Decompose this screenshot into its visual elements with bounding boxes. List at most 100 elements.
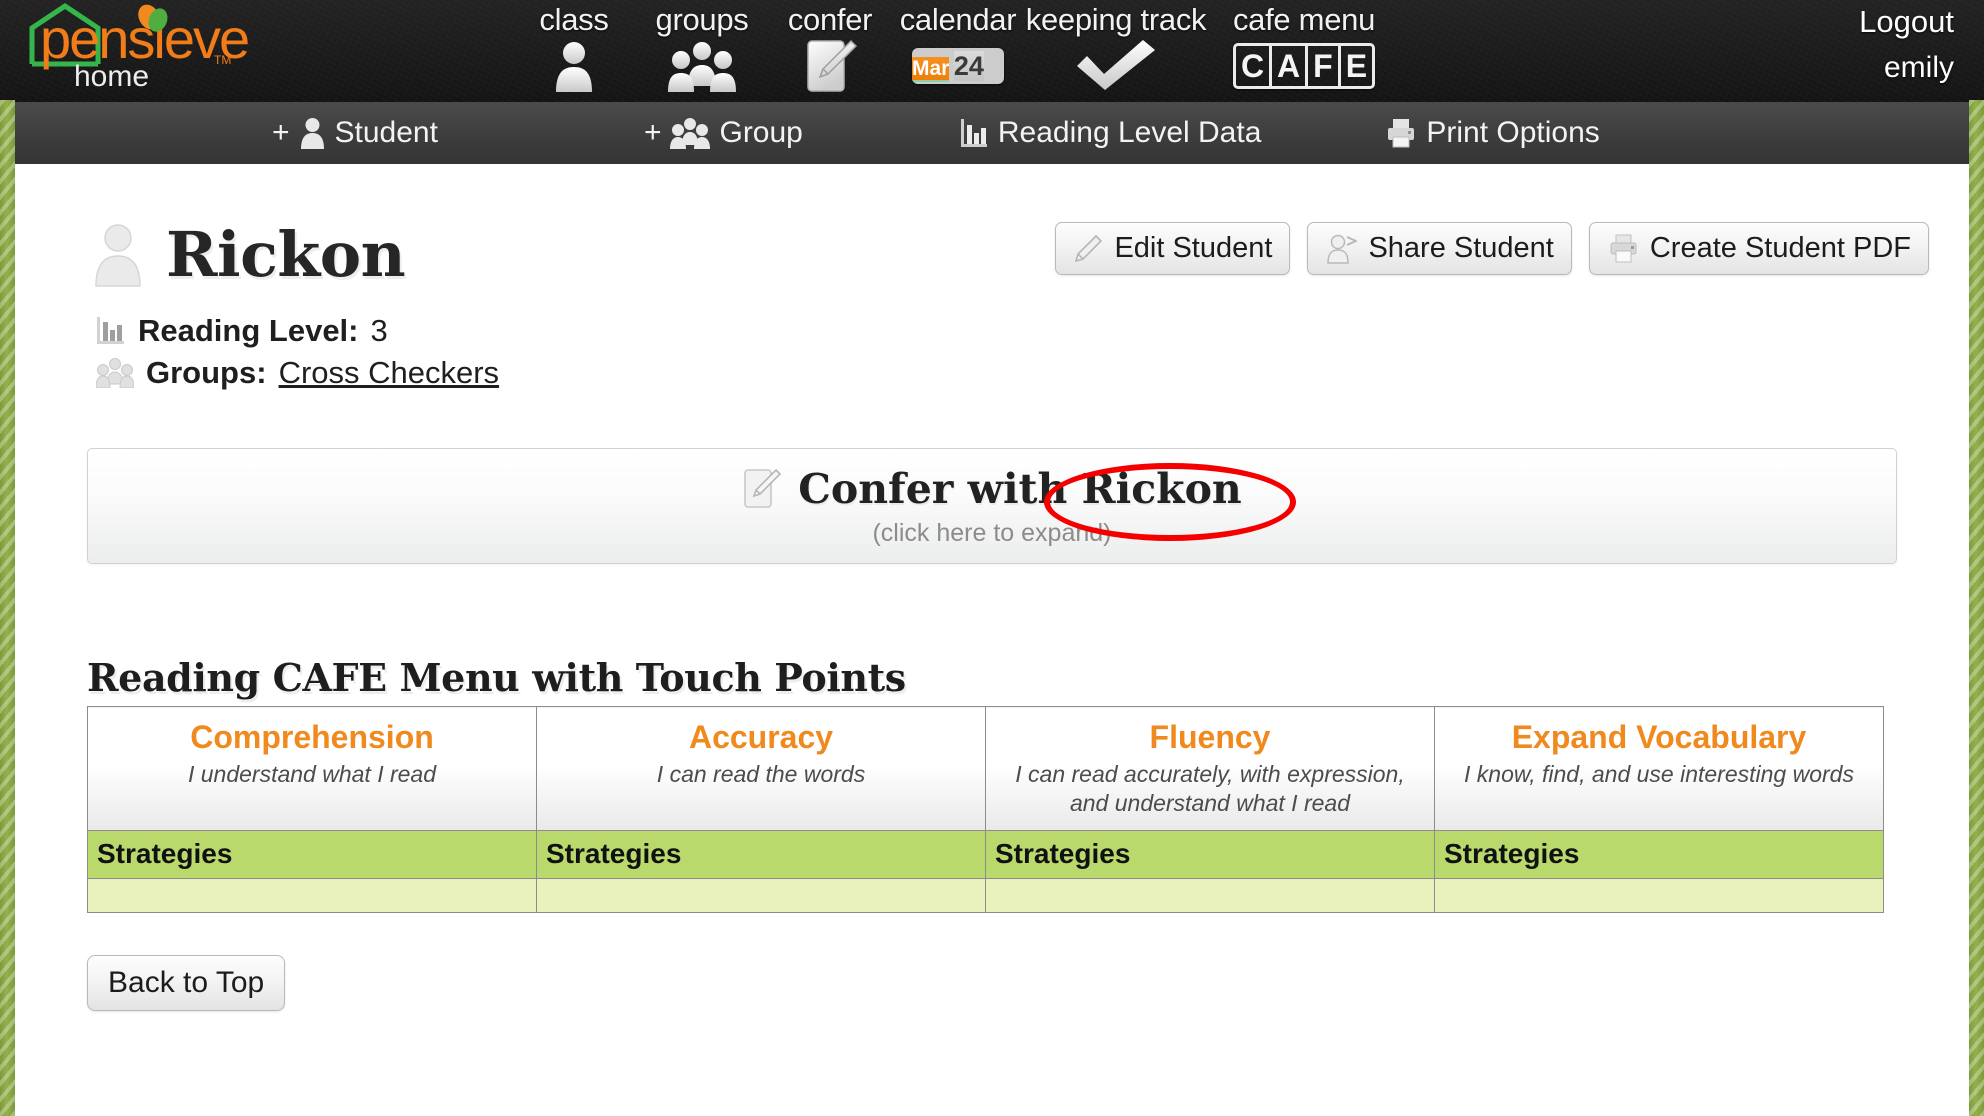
person-icon — [550, 37, 598, 95]
nav-item-keeping-track[interactable]: keeping track — [1022, 0, 1210, 102]
share-student-button[interactable]: Share Student — [1307, 222, 1572, 275]
cafe-column-desc: I understand what I read — [187, 761, 437, 787]
strategies-body-comprehension — [87, 878, 537, 913]
cafe-column-comprehension: Comprehension I understand what I read — [87, 706, 537, 831]
top-header-bar: pensieve home TM class groups confer cal… — [0, 0, 1984, 102]
student-action-buttons: Edit Student Share Student Create Studen… — [1055, 222, 1929, 275]
nav-label-groups: groups — [655, 2, 749, 37]
plus-icon: + — [272, 116, 290, 149]
add-group-button[interactable]: + Group — [644, 116, 803, 150]
pensieve-logo[interactable]: pensieve home TM — [18, 2, 288, 100]
strategies-body-expand-vocabulary — [1434, 878, 1884, 913]
logout-link[interactable]: Logout — [1859, 0, 1954, 44]
cafe-icon: C A F E — [1232, 37, 1376, 95]
confer-title-label: Confer with Rickon — [798, 465, 1242, 513]
cafe-menu-table: Comprehension I understand what I read A… — [87, 706, 1884, 913]
calendar-day: 24 — [953, 51, 984, 81]
current-user-label: emily — [1883, 51, 1954, 84]
strategies-cell-comprehension: Strategies — [87, 830, 537, 879]
strategies-cell-expand-vocabulary: Strategies — [1434, 830, 1884, 879]
strategies-cell-accuracy: Strategies — [536, 830, 986, 879]
cafe-letter-a: A — [1272, 46, 1309, 86]
table-row-strategies-body — [87, 878, 1884, 913]
cafe-menu-section: Reading CAFE Menu with Touch Points Comp… — [87, 656, 1897, 913]
printer-icon — [1385, 117, 1417, 149]
back-to-top-wrapper: Back to Top — [87, 955, 1969, 1011]
reading-level-value: 3 — [370, 313, 388, 348]
bar-chart-icon — [959, 117, 989, 149]
reading-level-label: Reading Level: — [138, 313, 359, 348]
reading-level-data-button[interactable]: Reading Level Data — [959, 116, 1262, 150]
cafe-column-accuracy: Accuracy I can read the words — [536, 706, 986, 831]
nav-item-calendar[interactable]: calendar Mar 24 — [894, 0, 1022, 102]
right-page-rail — [1969, 100, 1984, 1116]
account-block: Logout emily — [1859, 0, 1954, 92]
cafe-column-title: Comprehension — [190, 719, 434, 755]
group-link-cross-checkers[interactable]: Cross Checkers — [279, 355, 500, 391]
nav-label-calendar: calendar — [899, 2, 1017, 37]
avatar-person-icon — [90, 222, 146, 288]
add-student-button[interactable]: + Student — [272, 116, 438, 150]
main-navigation: class groups confer calendar Mar 24 keep… — [510, 0, 1398, 102]
student-header: Rickon Reading Level: 3 Groups: Cross Ch… — [15, 212, 1969, 412]
reading-level-data-label: Reading Level Data — [997, 116, 1262, 149]
person-icon — [299, 117, 326, 149]
share-student-label: Share Student — [1368, 232, 1554, 264]
cafe-column-expand-vocabulary: Expand Vocabulary I know, find, and use … — [1434, 706, 1884, 831]
print-options-label: Print Options — [1426, 116, 1600, 149]
calendar-month: Mar — [912, 57, 950, 82]
svg-text:home: home — [74, 60, 149, 93]
svg-text:TM: TM — [214, 53, 231, 67]
table-row-strategies: Strategies Strategies Strategies Strateg… — [87, 830, 1884, 879]
reading-level-row: Reading Level: 3 — [96, 310, 1969, 352]
edit-student-label: Edit Student — [1114, 232, 1273, 264]
cafe-letter-f: F — [1308, 46, 1341, 86]
main-content: Rickon Reading Level: 3 Groups: Cross Ch… — [0, 212, 1984, 1116]
cafe-column-desc: I can read the words — [656, 761, 866, 787]
cafe-column-desc: I know, find, and use interesting words — [1464, 761, 1854, 787]
nav-item-cafe-menu[interactable]: cafe menu C A F E — [1210, 0, 1398, 102]
print-options-button[interactable]: Print Options — [1385, 116, 1600, 150]
strategies-cell-fluency: Strategies — [985, 830, 1435, 879]
add-student-label: Student — [334, 116, 438, 149]
create-student-pdf-label: Create Student PDF — [1649, 232, 1911, 264]
back-to-top-button[interactable]: Back to Top — [87, 955, 286, 1011]
share-person-icon — [1325, 234, 1359, 264]
pencil-icon — [1073, 234, 1103, 264]
page-title: Rickon — [166, 218, 406, 291]
people-icon — [667, 37, 737, 95]
nav-label-keeping-track: keeping track — [1025, 2, 1207, 37]
checkmark-icon — [1073, 37, 1159, 95]
groups-row: Groups: Cross Checkers — [95, 352, 1969, 394]
left-page-rail — [0, 100, 15, 1116]
add-group-label: Group — [719, 116, 803, 149]
student-meta: Reading Level: 3 Groups: Cross Checkers — [90, 310, 1969, 394]
edit-student-button[interactable]: Edit Student — [1055, 222, 1291, 275]
nav-item-confer[interactable]: confer — [766, 0, 894, 102]
cafe-column-title: Fluency — [1149, 719, 1271, 755]
table-row-headers: Comprehension I understand what I read A… — [87, 706, 1884, 831]
strategies-label: Strategies — [995, 838, 1131, 869]
printer-icon — [1607, 234, 1639, 264]
people-icon — [670, 117, 711, 149]
nav-label-confer: confer — [787, 2, 873, 37]
strategies-body-fluency — [985, 878, 1435, 913]
cafe-menu-heading: Reading CAFE Menu with Touch Points — [87, 655, 906, 700]
cafe-column-fluency: Fluency I can read accurately, with expr… — [985, 706, 1435, 831]
nav-item-groups[interactable]: groups — [638, 0, 766, 102]
confer-expand-panel[interactable]: Confer with Rickon (click here to expand… — [87, 448, 1897, 564]
cafe-column-desc: I can read accurately, with expression, … — [1015, 761, 1405, 816]
cafe-column-title: Expand Vocabulary — [1511, 719, 1807, 755]
bar-chart-icon — [96, 316, 126, 346]
nav-label-cafe-menu: cafe menu — [1232, 2, 1376, 37]
groups-label: Groups: — [146, 355, 267, 390]
nav-item-class[interactable]: class — [510, 0, 638, 102]
secondary-toolbar: + Student + Group Reading Level Data Pri… — [0, 102, 1984, 164]
strategies-label: Strategies — [1444, 838, 1580, 869]
note-pencil-icon — [742, 467, 782, 511]
create-student-pdf-button[interactable]: Create Student PDF — [1588, 222, 1929, 275]
confer-subtitle: (click here to expand) — [872, 519, 1112, 547]
people-icon — [95, 358, 135, 389]
cafe-letter-e: E — [1345, 48, 1368, 84]
strategies-label: Strategies — [546, 838, 682, 869]
